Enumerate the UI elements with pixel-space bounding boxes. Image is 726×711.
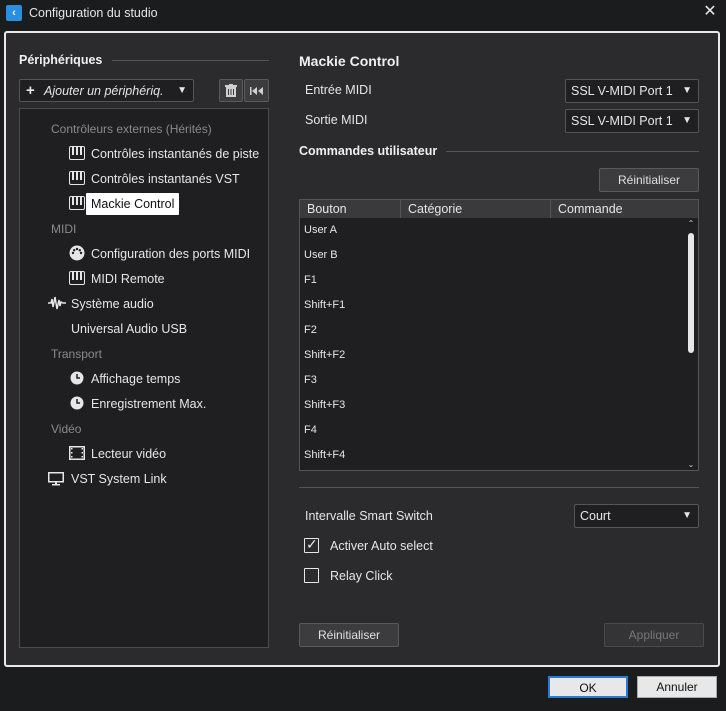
category-midi: MIDI: [51, 222, 77, 236]
tree-item-midi-remote[interactable]: MIDI Remote: [91, 269, 165, 289]
tree-item-mackie-control[interactable]: Mackie Control: [86, 193, 180, 215]
monitor-icon: [48, 472, 64, 486]
tree-item-universal-audio-usb[interactable]: Universal Audio USB: [71, 319, 187, 339]
table-scrollbar[interactable]: ⌃ ⌄: [685, 218, 697, 470]
chevron-down-icon: ▼: [682, 115, 692, 126]
scroll-down-icon[interactable]: ⌄: [685, 460, 697, 469]
options-divider: [299, 487, 699, 488]
column-header-command[interactable]: Commande: [551, 200, 685, 218]
midi-port-icon: [69, 245, 85, 261]
relay-click-checkbox[interactable]: [304, 568, 319, 583]
midi-input-select[interactable]: SSL V-MIDI Port 1 ▼: [565, 79, 699, 103]
table-row[interactable]: Shift+F1: [304, 299, 345, 311]
user-commands-title: Commandes utilisateur: [299, 144, 438, 158]
table-row[interactable]: F2: [304, 324, 317, 336]
table-row[interactable]: User B: [304, 249, 338, 261]
devices-divider: [112, 60, 269, 61]
cancel-button[interactable]: Annuler: [637, 676, 717, 698]
smart-switch-select[interactable]: Court ▼: [574, 504, 699, 528]
tree-item-time-display[interactable]: Affichage temps: [91, 369, 180, 389]
midi-keyboard-icon: [69, 171, 85, 185]
tree-item-video-player[interactable]: Lecteur vidéo: [91, 444, 166, 464]
rewind-icon: [250, 87, 263, 95]
plus-icon: +: [26, 82, 35, 99]
clock-icon: [70, 396, 84, 410]
clock-icon: [70, 371, 84, 385]
smart-switch-label: Intervalle Smart Switch: [305, 509, 433, 523]
cubase-icon: ‹: [6, 5, 22, 21]
column-header-button[interactable]: Bouton: [300, 200, 401, 218]
midi-keyboard-icon: [69, 146, 85, 160]
table-row[interactable]: Shift+F4: [304, 449, 345, 461]
table-row[interactable]: User A: [304, 224, 337, 236]
tree-item-audio-system[interactable]: Système audio: [71, 294, 154, 314]
user-commands-table[interactable]: Bouton Catégorie Commande User A User B …: [299, 199, 699, 471]
reset-device-button[interactable]: [244, 79, 269, 102]
relay-click-label[interactable]: Relay Click: [330, 569, 393, 583]
midi-output-label: Sortie MIDI: [305, 113, 368, 127]
column-header-category[interactable]: Catégorie: [401, 200, 551, 218]
auto-select-checkbox[interactable]: ✓: [304, 536, 319, 553]
table-row[interactable]: Shift+F2: [304, 349, 345, 361]
scrollbar-thumb[interactable]: [688, 233, 694, 353]
tree-item-track-quick-controls[interactable]: Contrôles instantanés de piste: [91, 144, 259, 164]
tree-item-midi-port-setup[interactable]: Configuration des ports MIDI: [91, 244, 250, 264]
add-device-select[interactable]: + Ajouter un périphériq. ▼: [19, 79, 194, 102]
window-title: Configuration du studio: [29, 6, 158, 20]
auto-select-label[interactable]: Activer Auto select: [330, 539, 433, 553]
category-video: Vidéo: [51, 422, 82, 436]
ok-button[interactable]: OK: [548, 676, 628, 698]
table-row[interactable]: F4: [304, 424, 317, 436]
waveform-icon: [48, 296, 66, 310]
add-device-label: Ajouter un périphériq.: [44, 84, 164, 98]
category-external-controllers: Contrôleurs externes (Hérités): [51, 122, 212, 136]
smart-switch-value: Court: [580, 509, 611, 523]
chevron-down-icon: ▼: [682, 85, 692, 96]
reset-commands-button[interactable]: Réinitialiser: [599, 168, 699, 192]
table-header: Bouton Catégorie Commande: [300, 200, 698, 218]
table-row[interactable]: F3: [304, 374, 317, 386]
apply-button[interactable]: Appliquer: [604, 623, 704, 647]
table-row[interactable]: F1: [304, 274, 317, 286]
midi-keyboard-icon: [69, 271, 85, 285]
tree-item-vst-system-link[interactable]: VST System Link: [71, 469, 167, 489]
tree-item-record-time-max[interactable]: Enregistrement Max.: [91, 394, 206, 414]
midi-output-value: SSL V-MIDI Port 1: [571, 114, 673, 128]
midi-input-label: Entrée MIDI: [305, 83, 372, 97]
tree-item-vst-quick-controls[interactable]: Contrôles instantanés VST: [91, 169, 240, 189]
midi-input-value: SSL V-MIDI Port 1: [571, 84, 673, 98]
midi-keyboard-icon: [69, 196, 85, 210]
device-title: Mackie Control: [299, 53, 400, 69]
midi-output-select[interactable]: SSL V-MIDI Port 1 ▼: [565, 109, 699, 133]
window-titlebar: ‹ Configuration du studio ✕: [0, 0, 726, 28]
chevron-down-icon: ▼: [177, 85, 187, 96]
chevron-down-icon: ▼: [682, 510, 692, 521]
close-icon[interactable]: ✕: [700, 2, 720, 22]
film-icon: [69, 446, 85, 460]
devices-title: Périphériques: [19, 53, 103, 67]
check-icon: ✓: [306, 536, 318, 552]
table-row[interactable]: Shift+F3: [304, 399, 345, 411]
trash-icon: [225, 84, 237, 97]
scroll-up-icon[interactable]: ⌃: [685, 219, 697, 228]
category-transport: Transport: [51, 347, 102, 361]
user-commands-divider: [446, 151, 699, 152]
reset-settings-button[interactable]: Réinitialiser: [299, 623, 399, 647]
delete-device-button[interactable]: [219, 79, 243, 102]
